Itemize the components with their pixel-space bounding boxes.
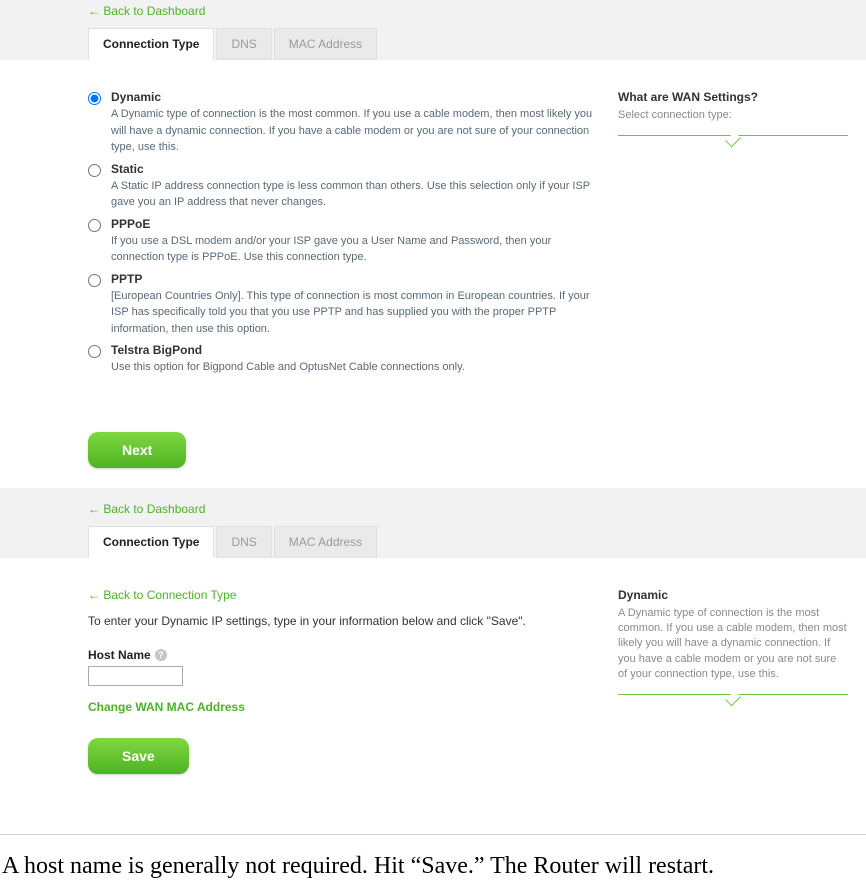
radio-static[interactable] — [88, 164, 101, 177]
change-wan-mac-link[interactable]: Change WAN MAC Address — [88, 700, 245, 714]
option-static: Static A Static IP address connection ty… — [88, 162, 598, 211]
tab-mac-address-2[interactable]: MAC Address — [274, 526, 377, 558]
back-to-connection-type-link[interactable]: ← Back to Connection Type — [88, 588, 237, 602]
sidebar-title-2: Dynamic — [618, 588, 848, 602]
option-desc: Use this option for Bigpond Cable and Op… — [111, 359, 598, 376]
option-pptp: PPTP [European Countries Only]. This typ… — [88, 272, 598, 338]
tabs-2: Connection Type DNS MAC Address — [0, 526, 866, 558]
option-desc: If you use a DSL modem and/or your ISP g… — [111, 233, 598, 266]
option-title: Telstra BigPond — [111, 343, 598, 357]
radio-pptp[interactable] — [88, 274, 101, 287]
option-title: PPPoE — [111, 217, 598, 231]
radio-dynamic[interactable] — [88, 92, 101, 105]
option-telstra: Telstra BigPond Use this option for Bigp… — [88, 343, 598, 376]
sidebar-text-2: A Dynamic type of connection is the most… — [618, 606, 848, 683]
screen1-sidebar: What are WAN Settings? Select connection… — [618, 90, 848, 382]
tab-connection-type-2[interactable]: Connection Type — [88, 526, 214, 558]
radio-pppoe[interactable] — [88, 219, 101, 232]
screen2-content: ← Back to Connection Type To enter your … — [0, 558, 866, 814]
instructions-text: To enter your Dynamic IP settings, type … — [88, 614, 598, 628]
screen1-header: ← Back to Dashboard Connection Type DNS … — [0, 0, 866, 60]
sidebar-text: Select connection type: — [618, 108, 848, 123]
dynamic-settings-form: ← Back to Connection Type To enter your … — [88, 588, 598, 794]
sidebar-divider-2 — [618, 694, 848, 695]
option-dynamic: Dynamic A Dynamic type of connection is … — [88, 90, 598, 156]
screen2-sidebar: Dynamic A Dynamic type of connection is … — [618, 588, 848, 794]
tabs-1: Connection Type DNS MAC Address — [0, 28, 866, 60]
back-to-dashboard-link[interactable]: ← Back to Dashboard — [0, 0, 205, 28]
tab-dns-2[interactable]: DNS — [216, 526, 271, 558]
option-pppoe: PPPoE If you use a DSL modem and/or your… — [88, 217, 598, 266]
caption-text: A host name is generally not required. H… — [0, 834, 866, 892]
tab-connection-type[interactable]: Connection Type — [88, 28, 214, 60]
sidebar-divider — [618, 135, 848, 136]
radio-telstra[interactable] — [88, 345, 101, 358]
option-title: Static — [111, 162, 598, 176]
screen1-content: Dynamic A Dynamic type of connection is … — [0, 60, 866, 402]
next-button[interactable]: Next — [88, 432, 186, 468]
help-icon[interactable]: ? — [155, 649, 167, 661]
option-title: Dynamic — [111, 90, 598, 104]
tab-dns[interactable]: DNS — [216, 28, 271, 60]
option-title: PPTP — [111, 272, 598, 286]
option-desc: [European Countries Only]. This type of … — [111, 288, 598, 338]
tab-mac-address[interactable]: MAC Address — [274, 28, 377, 60]
connection-type-options: Dynamic A Dynamic type of connection is … — [88, 90, 598, 382]
option-desc: A Dynamic type of connection is the most… — [111, 106, 598, 156]
option-desc: A Static IP address connection type is l… — [111, 178, 598, 211]
screen2-header: ← Back to Dashboard Connection Type DNS … — [0, 488, 866, 558]
host-name-label-text: Host Name — [88, 648, 151, 662]
host-name-input[interactable] — [88, 666, 183, 686]
sidebar-title: What are WAN Settings? — [618, 90, 848, 104]
back-to-dashboard-link-2[interactable]: ← Back to Dashboard — [0, 488, 205, 526]
save-button[interactable]: Save — [88, 738, 189, 774]
host-name-label: Host Name ? — [88, 648, 598, 662]
